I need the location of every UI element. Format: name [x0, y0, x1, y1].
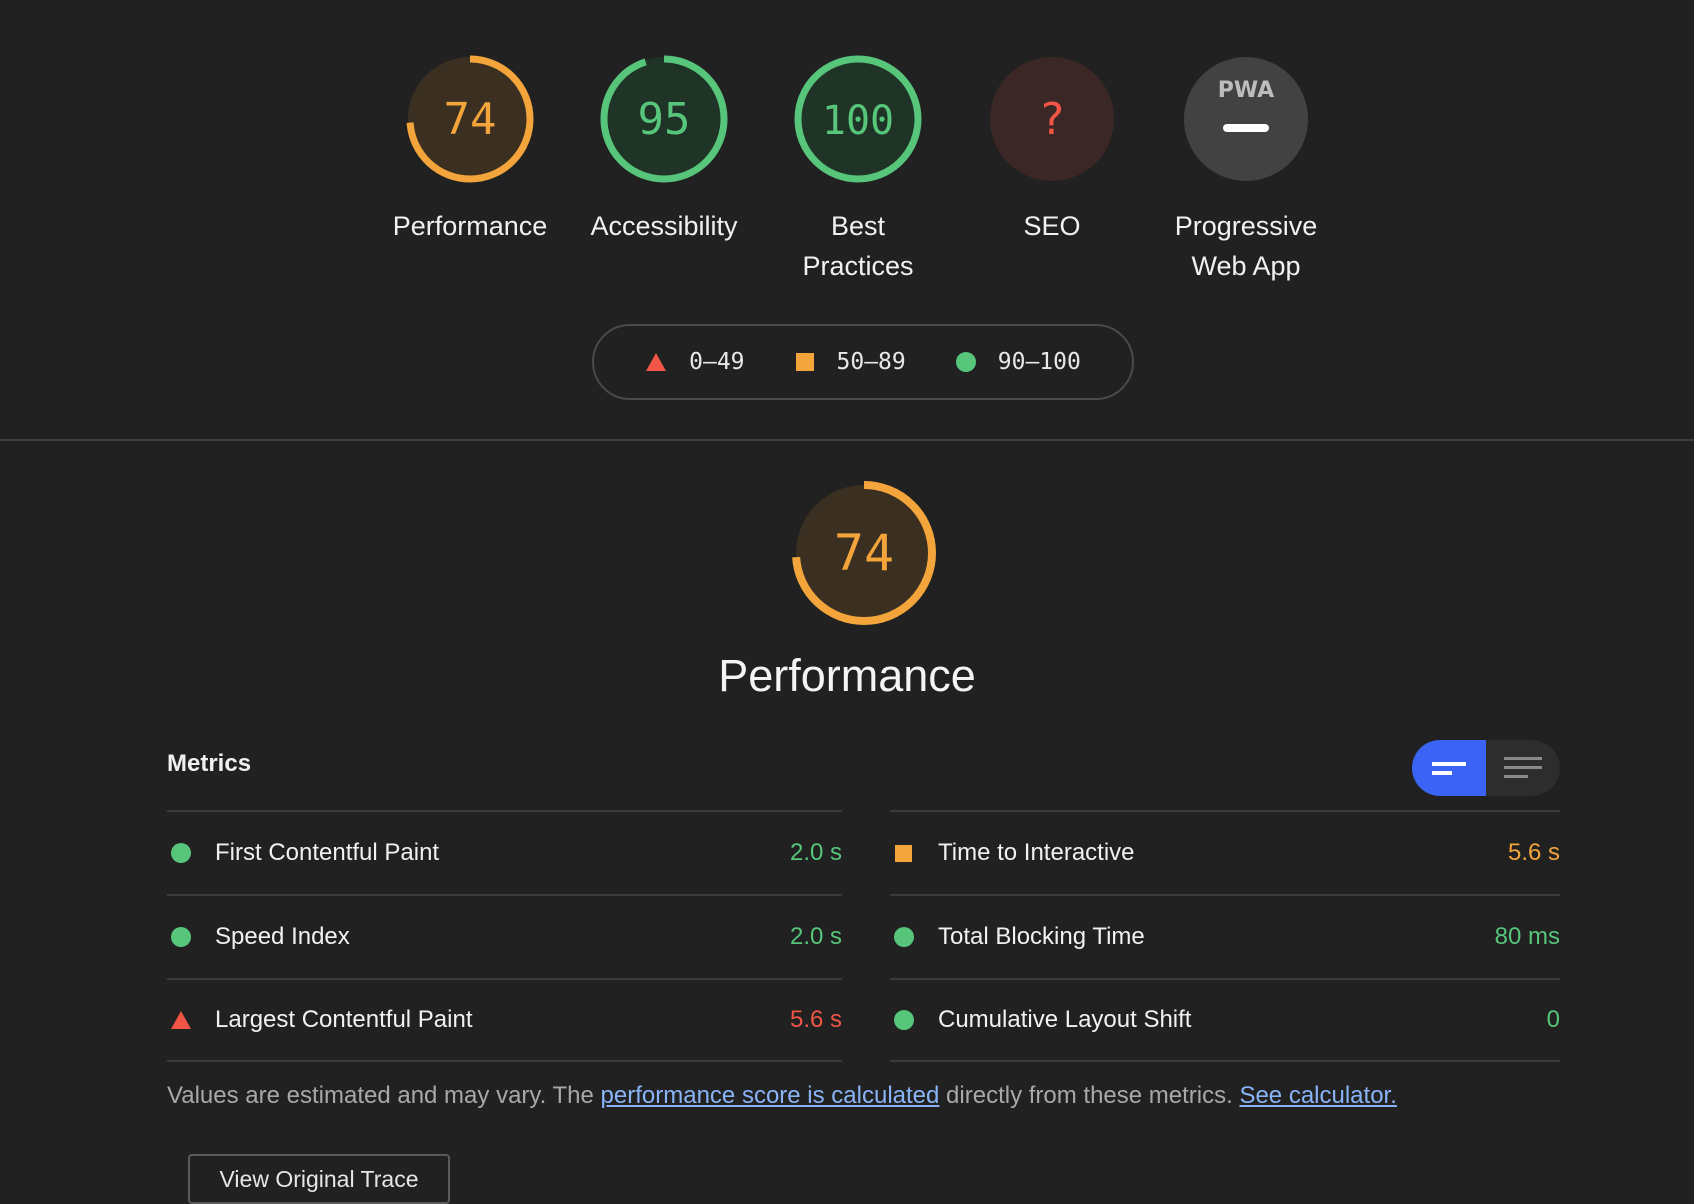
metric-name: First Contentful Paint [215, 839, 440, 866]
summary-view-button[interactable] [1412, 740, 1486, 796]
footnote-prefix: Values are estimated and may vary. The [167, 1082, 601, 1109]
legend-range-average: 50–89 [836, 349, 906, 375]
collapsed-lines-icon [1432, 762, 1466, 775]
legend-item-fail: 0–49 [645, 349, 745, 375]
gauge-score: 100 [822, 98, 894, 144]
metric-value: 0 [1546, 1006, 1560, 1033]
expanded-lines-icon [1504, 757, 1542, 778]
metrics-column-left: First Contentful Paint 2.0 s Speed Index 2.… [167, 810, 842, 1062]
metric-row: Time to Interactive 5.6 s [890, 810, 1560, 894]
gauge-label-line2: Web App [1191, 251, 1301, 281]
fail-triangle-icon [171, 1011, 191, 1029]
gauge-label: SEO [962, 206, 1142, 246]
gauge-seo[interactable]: ? SEO [962, 54, 1142, 246]
metric-row: Speed Index 2.0 s [167, 894, 842, 978]
gauge-label-line1: Performance [392, 211, 548, 241]
metric-value: 2.0 s [789, 923, 842, 950]
pass-circle-icon [894, 927, 914, 947]
metric-status [167, 1010, 215, 1030]
metric-name: Time to Interactive [938, 839, 1135, 866]
square-icon [795, 353, 814, 371]
metric-name: Cumulative Layout Shift [938, 1006, 1192, 1033]
score-calculated-link[interactable]: performance score is calculated [601, 1082, 940, 1109]
gauge-ring: 74 [406, 55, 534, 183]
metric-status [167, 843, 215, 863]
legend-item-pass: 90–100 [955, 349, 1081, 375]
gauge-best[interactable]: 100 Best Practices [768, 54, 948, 286]
minus-icon [1223, 124, 1269, 132]
footnote-middle: directly from these metrics. [939, 1082, 1240, 1109]
gauge-label: Progressive Web App [1156, 206, 1336, 286]
gauge-label: Best Practices [768, 206, 948, 286]
metric-status [167, 927, 215, 947]
pass-circle-icon [894, 1010, 914, 1030]
gauge-ring: 100 [794, 55, 922, 183]
metric-value: 5.6 s [1507, 839, 1560, 866]
metric-row: Cumulative Layout Shift 0 [890, 978, 1560, 1062]
performance-gauge: 74 [791, 480, 937, 631]
metrics-header: Metrics [167, 750, 252, 777]
metrics-footnote: Values are estimated and may vary. The p… [167, 1082, 1397, 1110]
metric-name: Total Blocking Time [938, 923, 1145, 950]
gauge-progressive[interactable]: PWA Progressive Web App [1156, 54, 1336, 286]
metric-name: Largest Contentful Paint [215, 1006, 473, 1033]
metric-row: Total Blocking Time 80 ms [890, 894, 1560, 978]
metric-value: 2.0 s [789, 839, 842, 866]
metric-name: Speed Index [215, 923, 350, 950]
expanded-view-button[interactable] [1486, 740, 1560, 796]
metric-value: 80 ms [1494, 923, 1560, 950]
performance-gauge-ring: 74 [792, 481, 936, 625]
gauge-score: 74 [444, 94, 497, 145]
metric-status [890, 1010, 938, 1030]
metric-row: Largest Contentful Paint 5.6 s [167, 978, 842, 1062]
see-calculator-link[interactable]: See calculator. [1239, 1082, 1396, 1109]
metrics-view-toggle[interactable] [1412, 740, 1560, 796]
metric-status [890, 843, 938, 863]
metric-value: 5.6 s [789, 1006, 842, 1033]
gauge-label: Performance [380, 206, 560, 246]
gauge-label: Accessibility [574, 206, 754, 246]
gauge-performance[interactable]: 74 Performance [380, 54, 560, 246]
section-divider [0, 439, 1694, 441]
gauge-ring: 95 [600, 55, 728, 183]
gauge-score: 95 [638, 94, 691, 145]
metric-row: First Contentful Paint 2.0 s [167, 810, 842, 894]
gauge-label-line1: Best [830, 211, 886, 241]
metrics-column-right: Time to Interactive 5.6 s Total Blocking T… [890, 810, 1560, 1062]
triangle-icon [646, 353, 667, 371]
gauge-label-line1: Progressive [1174, 211, 1318, 241]
gauge-score: ? [1039, 94, 1066, 145]
score-legend: 0–49 50–89 90–100 [592, 324, 1134, 400]
legend-range-pass: 90–100 [997, 349, 1081, 375]
performance-score: 74 [834, 524, 894, 582]
gauge-ring: ? [990, 57, 1114, 181]
view-original-trace-button[interactable]: View Original Trace [188, 1154, 450, 1204]
legend-item-average: 50–89 [795, 349, 906, 375]
pass-circle-icon [171, 927, 191, 947]
pwa-badge-icon: PWA [1218, 78, 1274, 103]
category-gauges: 74 Performance 95 Accessibility 100 Best Pract… [0, 0, 1694, 440]
circle-icon [955, 352, 976, 372]
gauge-ring: PWA [1184, 57, 1308, 181]
gauge-label-line1: Accessibility [590, 211, 738, 241]
metric-status [890, 927, 938, 947]
gauge-accessibility[interactable]: 95 Accessibility [574, 54, 754, 246]
gauge-label-line1: SEO [1023, 211, 1081, 241]
legend-range-fail: 0–49 [689, 349, 745, 375]
gauge-label-line2: Practices [802, 251, 914, 281]
pass-circle-icon [171, 843, 191, 863]
average-square-icon [895, 845, 912, 862]
performance-title: Performance [718, 650, 976, 701]
